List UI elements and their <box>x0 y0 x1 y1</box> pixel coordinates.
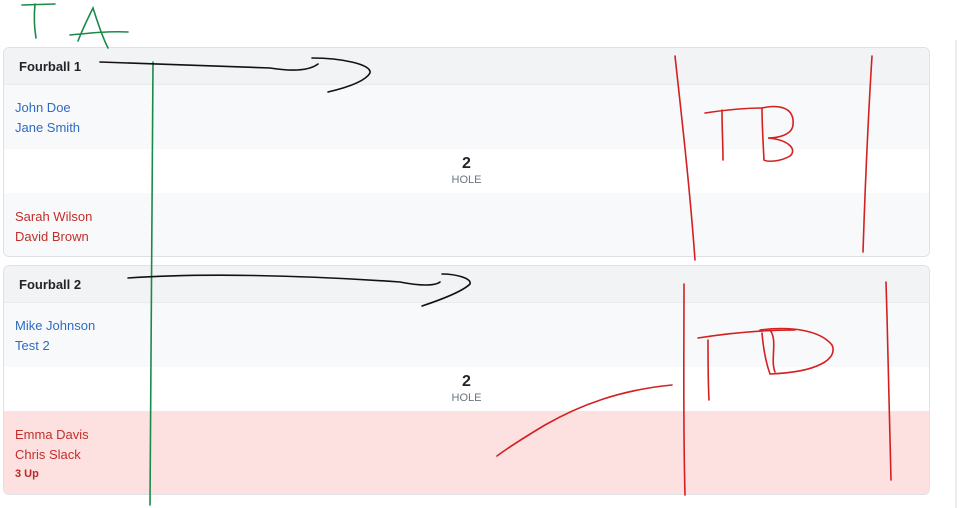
hole-number: 2 <box>462 373 471 390</box>
player-name: David Brown <box>15 229 89 244</box>
player-name: Sarah Wilson <box>15 209 93 224</box>
fourball-card[interactable]: Fourball 1 John Doe Jane Smith 2 HOLE Sa… <box>3 47 930 257</box>
team-b-winning: Emma Davis Chris Slack 3 Up <box>4 411 929 494</box>
fourball-title: Fourball 1 <box>4 48 929 85</box>
player-name: Test 2 <box>15 338 50 353</box>
match-status: 3 Up <box>15 468 39 480</box>
player-name: Emma Davis <box>15 427 89 442</box>
team-a: Mike Johnson Test 2 <box>4 303 929 367</box>
player-name: Chris Slack <box>15 447 81 462</box>
hole-number: 2 <box>462 155 471 172</box>
fourball-title: Fourball 2 <box>4 266 929 303</box>
team-a: John Doe Jane Smith <box>4 85 929 149</box>
team-b: Sarah Wilson David Brown <box>4 193 929 256</box>
hole-indicator: 2 HOLE <box>4 367 929 411</box>
match-list-page: Fourball 1 John Doe Jane Smith 2 HOLE Sa… <box>0 0 961 508</box>
player-name: Jane Smith <box>15 120 81 135</box>
fourball-card[interactable]: Fourball 2 Mike Johnson Test 2 2 HOLE Em… <box>3 265 930 495</box>
hole-indicator: 2 HOLE <box>4 149 929 193</box>
hole-label: HOLE <box>451 174 482 186</box>
player-name: John Doe <box>15 100 71 115</box>
scrollbar[interactable] <box>955 40 957 508</box>
player-name: Mike Johnson <box>15 318 96 333</box>
hole-label: HOLE <box>451 392 482 404</box>
